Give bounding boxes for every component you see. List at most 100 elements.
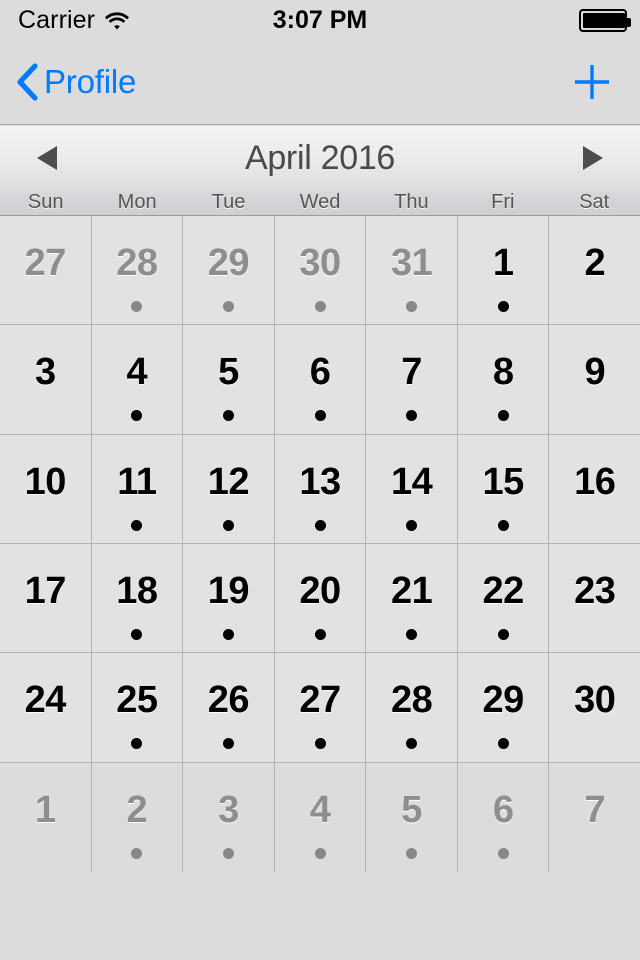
- event-dot-indicator: [406, 738, 418, 750]
- calendar-day-cell[interactable]: 2: [549, 216, 640, 326]
- calendar-day-cell[interactable]: 22: [457, 543, 550, 654]
- calendar-day-cell[interactable]: 7: [549, 762, 640, 872]
- day-number: 7: [584, 788, 606, 831]
- event-dot-indicator: [131, 847, 143, 859]
- weekday-header: Sun Mon Tue Wed Thu Fri Sat: [0, 190, 640, 216]
- weekday-label-wed: Wed: [299, 191, 341, 213]
- event-dot-indicator: [222, 519, 234, 531]
- add-event-button[interactable]: [562, 40, 622, 124]
- event-dot-indicator: [497, 519, 509, 531]
- event-dot-indicator: [222, 301, 234, 312]
- status-bar: Carrier 3:07 PM: [0, 0, 640, 40]
- day-number: 25: [116, 679, 158, 722]
- calendar-day-cell[interactable]: 4: [91, 325, 184, 435]
- calendar-day-cell[interactable]: 30: [549, 653, 640, 763]
- calendar-screen: Carrier 3:07 PM Profile April 2016 Sun M…: [0, 0, 640, 960]
- calendar-day-cell[interactable]: 7: [366, 325, 458, 435]
- event-dot-indicator: [222, 738, 234, 750]
- day-number: 11: [117, 460, 157, 503]
- plus-icon: [570, 60, 614, 104]
- calendar-day-cell[interactable]: 10: [0, 434, 92, 544]
- calendar-day-cell[interactable]: 15: [457, 434, 550, 544]
- calendar-day-cell[interactable]: 6: [457, 762, 550, 872]
- weekday-label-thu: Thu: [394, 191, 429, 213]
- calendar-day-cell[interactable]: 12: [183, 434, 275, 544]
- day-number: 28: [116, 242, 158, 284]
- day-number: 4: [309, 788, 331, 831]
- day-number: 15: [482, 460, 525, 503]
- day-number: 22: [482, 569, 525, 612]
- day-number: 27: [299, 679, 341, 722]
- day-number: 9: [584, 351, 606, 394]
- calendar-day-cell[interactable]: 31: [366, 216, 458, 326]
- day-number: 28: [390, 679, 433, 722]
- day-number: 31: [390, 242, 433, 284]
- day-number: 27: [24, 242, 67, 284]
- calendar-day-cell[interactable]: 6: [274, 325, 367, 435]
- calendar-day-cell[interactable]: 1: [0, 762, 92, 872]
- day-number: 5: [401, 788, 422, 831]
- calendar-day-cell[interactable]: 2: [91, 762, 184, 872]
- event-dot-indicator: [314, 738, 326, 750]
- calendar-day-cell[interactable]: 29: [457, 653, 550, 763]
- day-number: 3: [218, 788, 239, 831]
- bottom-toolbar: ListDayWeekMonth: [0, 872, 640, 960]
- event-dot-indicator: [497, 628, 509, 640]
- month-title: April 2016: [244, 138, 396, 177]
- calendar-week-row: 1 2 3 4 5 6 7: [0, 762, 640, 872]
- calendar-day-cell[interactable]: 5: [366, 762, 458, 872]
- calendar-day-cell[interactable]: 19: [183, 543, 275, 654]
- day-number: 26: [207, 679, 250, 722]
- event-dot-indicator: [497, 847, 509, 859]
- event-dot-indicator: [131, 519, 143, 531]
- calendar-day-cell[interactable]: 3: [183, 762, 275, 872]
- calendar-day-cell[interactable]: 4: [274, 762, 367, 872]
- calendar-day-cell[interactable]: 17: [0, 543, 92, 654]
- calendar-day-cell[interactable]: 14: [366, 434, 458, 544]
- calendar-day-cell[interactable]: 21: [366, 543, 458, 654]
- calendar-day-cell[interactable]: 3: [0, 325, 92, 435]
- calendar-day-cell[interactable]: 9: [549, 325, 640, 435]
- event-dot-indicator: [131, 738, 143, 750]
- calendar-day-cell[interactable]: 29: [183, 216, 275, 326]
- calendar-day-cell[interactable]: 27: [274, 653, 367, 763]
- event-dot-indicator: [131, 301, 143, 312]
- calendar-day-cell[interactable]: 16: [549, 434, 640, 544]
- day-number: 4: [126, 351, 148, 394]
- calendar-week-row: 10 11 12 13 14 15 16: [0, 434, 640, 544]
- event-dot-indicator: [406, 301, 418, 312]
- next-month-button[interactable]: [552, 126, 632, 190]
- calendar-day-cell[interactable]: 28: [91, 216, 184, 326]
- calendar-day-cell[interactable]: 5: [183, 325, 275, 435]
- weekday-label-mon: Mon: [117, 191, 157, 213]
- event-dot-indicator: [222, 410, 234, 422]
- status-bar-right: [579, 0, 631, 40]
- back-button-label: Profile: [44, 63, 137, 100]
- calendar-day-cell[interactable]: 28: [366, 653, 458, 763]
- calendar-day-cell[interactable]: 11: [91, 434, 184, 544]
- calendar-day-cell[interactable]: 26: [183, 653, 275, 763]
- battery-icon: [579, 8, 631, 32]
- event-dot-indicator: [497, 738, 509, 750]
- calendar-day-cell[interactable]: 1: [457, 216, 550, 326]
- calendar-day-cell[interactable]: 23: [549, 543, 640, 654]
- calendar-day-cell[interactable]: 13: [274, 434, 367, 544]
- calendar-day-cell[interactable]: 30: [274, 216, 367, 326]
- calendar-day-cell[interactable]: 18: [91, 543, 184, 654]
- calendar-day-cell[interactable]: 24: [0, 653, 92, 763]
- weekday-label-sun: Sun: [27, 191, 64, 213]
- calendar-day-cell[interactable]: 25: [91, 653, 184, 763]
- back-button[interactable]: Profile: [16, 40, 136, 124]
- day-number: 29: [482, 679, 525, 722]
- day-number: 5: [218, 351, 239, 394]
- day-number: 2: [126, 788, 148, 831]
- day-number: 14: [390, 460, 433, 503]
- day-number: 7: [401, 351, 422, 394]
- calendar-week-row: 3 4 5 6 7 8 9: [0, 325, 640, 435]
- day-number: 30: [574, 679, 616, 722]
- event-dot-indicator: [406, 519, 418, 531]
- calendar-day-cell[interactable]: 8: [457, 325, 550, 435]
- calendar-day-cell[interactable]: 27: [0, 216, 92, 326]
- day-number: 8: [492, 351, 514, 394]
- calendar-day-cell[interactable]: 20: [274, 543, 367, 654]
